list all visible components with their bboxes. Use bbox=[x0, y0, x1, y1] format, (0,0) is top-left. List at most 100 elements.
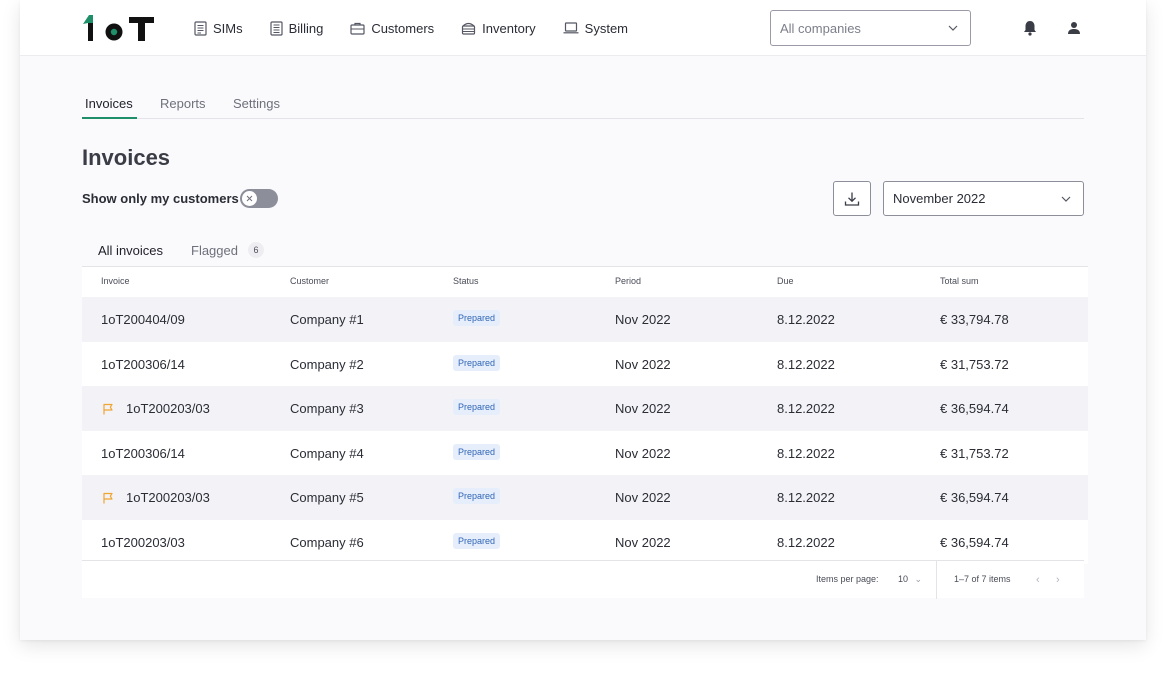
customer-name: Company #3 bbox=[290, 401, 364, 416]
table-row[interactable]: 1oT200404/09 Company #1 Prepared Nov 202… bbox=[82, 297, 1088, 342]
status-badge: Prepared bbox=[453, 399, 501, 415]
invoice-number[interactable]: 1oT200203/03 bbox=[126, 401, 210, 416]
briefcase-icon bbox=[350, 22, 365, 35]
flagged-count-badge: 6 bbox=[248, 242, 264, 258]
column-header-period[interactable]: Period bbox=[615, 276, 641, 286]
app-window: SIMs Billing Customers Inventory System … bbox=[20, 0, 1146, 640]
table-row[interactable]: 1oT200203/03 Company #3 Prepared Nov 202… bbox=[82, 386, 1088, 431]
invoice-number[interactable]: 1oT200306/14 bbox=[101, 357, 185, 372]
nav-item-system[interactable]: System bbox=[563, 21, 628, 36]
table-row[interactable]: 1oT200203/03 Company #5 Prepared Nov 202… bbox=[82, 475, 1088, 520]
customer-name: Company #4 bbox=[290, 445, 364, 461]
top-bar: SIMs Billing Customers Inventory System … bbox=[20, 0, 1146, 56]
close-icon bbox=[246, 195, 253, 202]
due-date-cell: 8.12.2022 bbox=[777, 534, 835, 550]
inventory-box-icon bbox=[462, 22, 476, 35]
column-header-customer[interactable]: Customer bbox=[290, 276, 329, 286]
chevron-down-icon bbox=[948, 25, 958, 31]
nav-item-label: Customers bbox=[371, 20, 435, 36]
period-cell: Nov 2022 bbox=[615, 356, 671, 372]
invoices-table: Invoice Customer Status Period Due Total… bbox=[82, 266, 1088, 564]
chevron-down-icon bbox=[1061, 196, 1071, 202]
due-date-cell: 8.12.2022 bbox=[777, 490, 835, 505]
billing-doc-icon bbox=[270, 20, 283, 36]
column-header-invoice[interactable]: Invoice bbox=[101, 276, 130, 286]
sim-list-icon bbox=[194, 20, 207, 36]
status-badge: Prepared bbox=[453, 310, 501, 326]
due-date-cell: 8.12.2022 bbox=[777, 401, 835, 416]
invoice-number[interactable]: 1oT200203/03 bbox=[126, 490, 210, 505]
download-button[interactable] bbox=[833, 181, 871, 216]
my-customers-toggle[interactable] bbox=[240, 189, 278, 208]
chevron-down-icon: ⌄ bbox=[914, 574, 923, 584]
period-cell: Nov 2022 bbox=[615, 445, 671, 461]
invoice-number[interactable]: 1oT200203/03 bbox=[101, 535, 185, 550]
items-per-page-select[interactable]: 10 ⌄ bbox=[898, 574, 922, 585]
status-badge: Prepared bbox=[453, 532, 501, 549]
logo-icon bbox=[83, 15, 154, 41]
flag-icon[interactable] bbox=[102, 403, 114, 415]
nav-item-label: Billing bbox=[288, 20, 324, 36]
invoice-number[interactable]: 1oT200306/14 bbox=[101, 446, 185, 461]
company-select-value: All companies bbox=[780, 20, 861, 36]
column-header-total[interactable]: Total sum bbox=[940, 276, 979, 286]
items-per-page-value: 10 bbox=[898, 574, 909, 584]
column-header-status[interactable]: Status bbox=[453, 276, 479, 286]
tab-all-invoices[interactable]: All invoices bbox=[98, 243, 163, 258]
table-row[interactable]: 1oT200203/03 Company #6 Prepared Nov 202… bbox=[82, 519, 1088, 564]
customer-name: Company #1 bbox=[290, 312, 364, 327]
laptop-icon bbox=[563, 22, 579, 34]
nav-item-customers[interactable]: Customers bbox=[350, 21, 434, 36]
download-icon bbox=[844, 192, 860, 206]
total-sum-cell: € 33,794.78 bbox=[940, 312, 1009, 327]
pagination-range: 1–7 of 7 items bbox=[954, 574, 1011, 584]
tab-invoices[interactable]: Invoices bbox=[85, 96, 133, 111]
tab-reports[interactable]: Reports bbox=[160, 96, 206, 111]
items-per-page-label: Items per page: bbox=[816, 574, 879, 584]
previous-page-icon[interactable]: ‹ bbox=[1036, 574, 1040, 586]
invoice-number[interactable]: 1oT200404/09 bbox=[101, 312, 185, 327]
company-select[interactable]: All companies bbox=[770, 10, 971, 46]
tab-flagged[interactable]: Flagged bbox=[191, 243, 238, 258]
due-date-cell: 8.12.2022 bbox=[777, 356, 835, 372]
nav-item-label: SIMs bbox=[213, 20, 243, 36]
total-sum-cell: € 31,753.72 bbox=[940, 445, 1009, 461]
due-date-cell: 8.12.2022 bbox=[777, 445, 835, 461]
period-cell: Nov 2022 bbox=[615, 490, 671, 505]
status-badge: Prepared bbox=[453, 354, 501, 371]
nav-item-inventory[interactable]: Inventory bbox=[461, 20, 536, 36]
table-row[interactable]: 1oT200306/14 Company #2 Prepared Nov 202… bbox=[82, 341, 1088, 386]
flag-icon[interactable] bbox=[102, 492, 114, 504]
period-select-value: November 2022 bbox=[893, 191, 986, 206]
customer-name: Company #6 bbox=[290, 534, 364, 550]
user-icon bbox=[1068, 22, 1080, 34]
section-tabs: Invoices Reports Settings bbox=[82, 88, 1084, 119]
nav-item-label: System bbox=[584, 20, 628, 36]
status-badge: Prepared bbox=[453, 443, 501, 460]
pagination-divider bbox=[936, 561, 937, 599]
period-cell: Nov 2022 bbox=[615, 534, 671, 550]
period-select[interactable]: November 2022 bbox=[883, 181, 1084, 216]
user-menu-button[interactable] bbox=[1064, 18, 1084, 38]
notifications-button[interactable] bbox=[1020, 18, 1040, 38]
due-date-cell: 8.12.2022 bbox=[777, 312, 835, 327]
total-sum-cell: € 36,594.74 bbox=[940, 534, 1009, 550]
bell-icon bbox=[1024, 21, 1036, 36]
column-header-due[interactable]: Due bbox=[777, 276, 794, 286]
my-customers-toggle-label: Show only my customers bbox=[82, 191, 239, 206]
page-title: Invoices bbox=[82, 145, 171, 170]
logo[interactable] bbox=[82, 14, 155, 42]
table-row[interactable]: 1oT200306/14 Company #4 Prepared Nov 202… bbox=[82, 430, 1088, 475]
nav-item-billing[interactable]: Billing bbox=[270, 20, 324, 36]
table-header: Invoice Customer Status Period Due Total… bbox=[82, 266, 1088, 297]
next-page-icon[interactable]: › bbox=[1056, 574, 1060, 586]
customer-name: Company #5 bbox=[290, 490, 364, 505]
period-cell: Nov 2022 bbox=[615, 401, 671, 416]
nav-item-label: Inventory bbox=[482, 20, 536, 36]
tab-settings[interactable]: Settings bbox=[233, 96, 280, 111]
toggle-knob bbox=[242, 191, 257, 206]
active-tab-indicator bbox=[82, 117, 137, 119]
customer-name: Company #2 bbox=[290, 356, 364, 372]
nav-item-sims[interactable]: SIMs bbox=[194, 21, 243, 36]
status-badge: Prepared bbox=[453, 488, 501, 504]
